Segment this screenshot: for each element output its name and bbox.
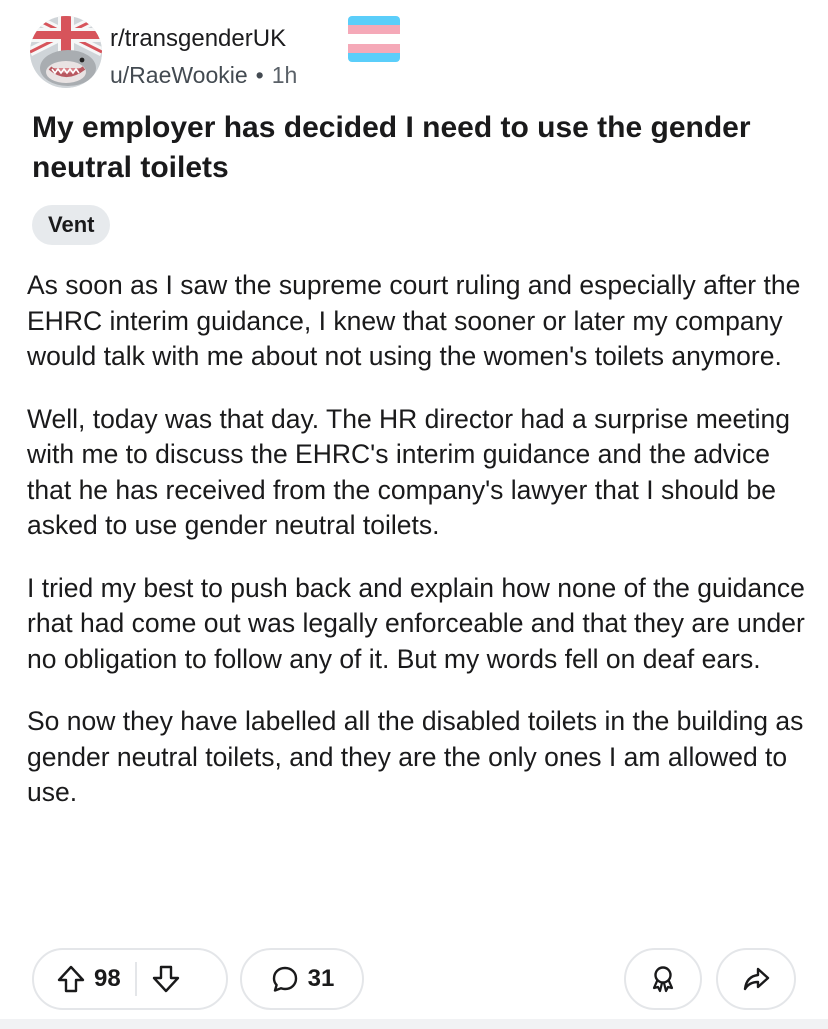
subreddit-avatar[interactable] xyxy=(30,16,102,88)
share-button[interactable] xyxy=(716,948,796,1010)
trans-flag-icon xyxy=(348,16,400,62)
post-paragraph: As soon as I saw the supreme court rulin… xyxy=(27,270,801,371)
meta-separator: • xyxy=(255,62,264,88)
post-body: As soon as I saw the supreme court rulin… xyxy=(27,268,812,838)
post-flair[interactable]: Vent xyxy=(32,205,111,245)
post-title: My employer has decided I need to use th… xyxy=(32,111,751,184)
action-bar: 98 31 xyxy=(32,948,798,1012)
post-paragraph: Well, today was that day. The HR directo… xyxy=(27,403,790,541)
award-button[interactable] xyxy=(624,948,702,1010)
subreddit-name[interactable]: r/transgenderUK xyxy=(110,24,286,54)
vote-divider xyxy=(134,962,137,996)
vote-control: 98 xyxy=(32,948,228,1010)
upvote-arrow-icon[interactable] xyxy=(56,964,86,994)
comment-bubble-icon xyxy=(272,966,297,992)
post-paragraph: So now they have labelled all the disabl… xyxy=(27,706,804,807)
union-jack-shark-icon xyxy=(30,16,102,88)
author-link[interactable]: u/RaeWookie xyxy=(110,62,248,88)
post-time: 1h xyxy=(271,62,298,88)
award-icon xyxy=(652,966,674,993)
comment-count: 31 xyxy=(307,965,335,992)
share-arrow-icon xyxy=(743,967,770,991)
post-meta: u/RaeWookie • 1h xyxy=(110,60,297,90)
downvote-arrow-icon[interactable] xyxy=(151,964,181,994)
post-paragraph: I tried my best to push back and explain… xyxy=(27,572,805,674)
bottom-divider xyxy=(0,1019,828,1029)
upvote-count: 98 xyxy=(94,965,121,992)
comments-button[interactable]: 31 xyxy=(240,948,364,1010)
post-header: r/transgenderUK u/RaeWookie • 1h xyxy=(30,16,400,96)
